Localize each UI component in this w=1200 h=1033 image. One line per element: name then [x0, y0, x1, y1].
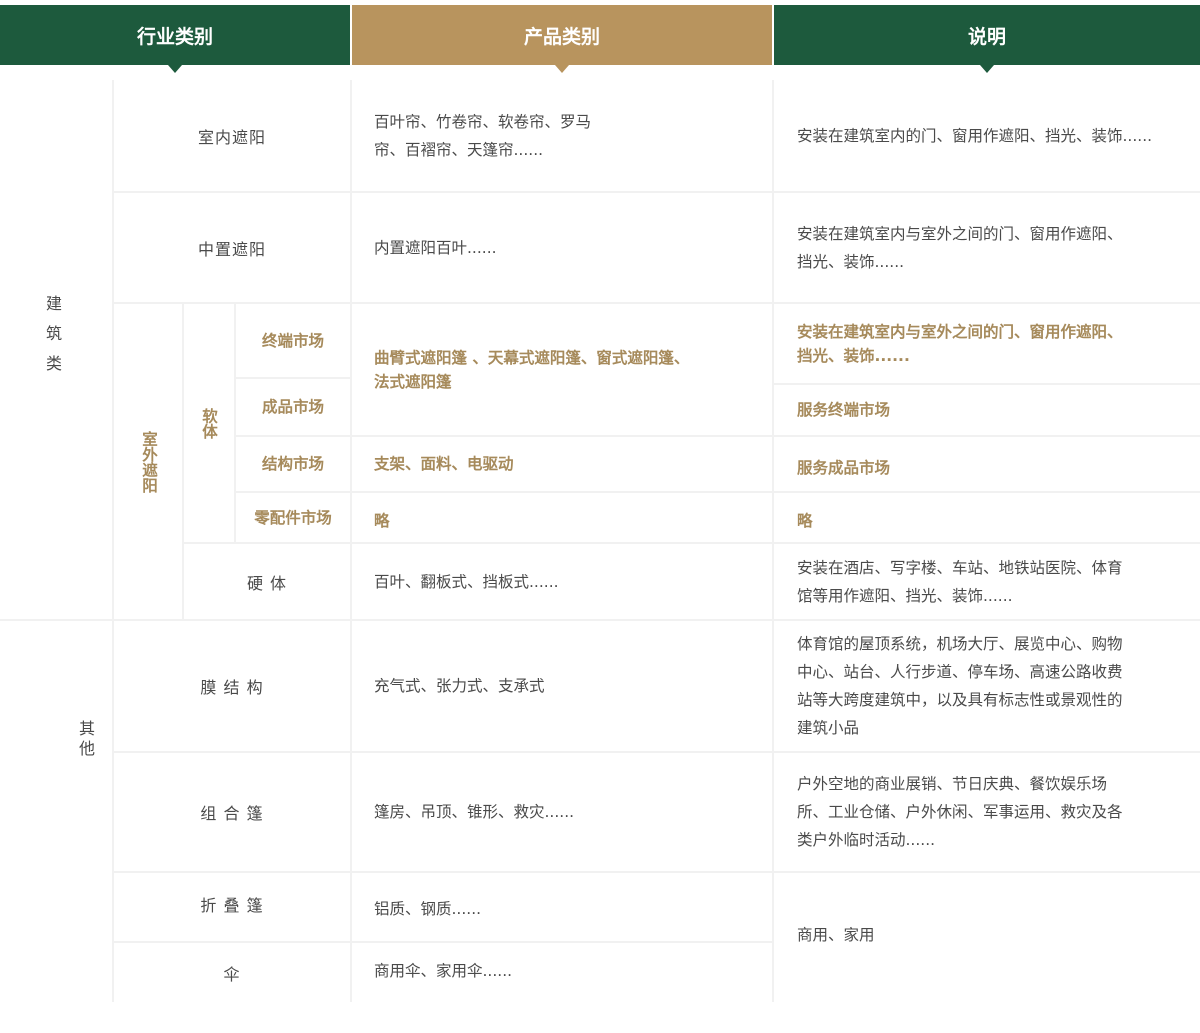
row-finished-desc: 服务终端市场	[797, 401, 891, 419]
row-hard-desc-line: 馆等用作遮阳、挡光、装饰......	[797, 586, 1013, 605]
header-industry-pointer	[168, 65, 182, 73]
group-outdoor-label: 室外遮阳	[140, 430, 158, 493]
header-industry: 行业类别	[0, 5, 350, 73]
row-combo-desc-line: 类户外临时活动......	[797, 831, 936, 849]
group-others-label: 其他	[76, 720, 95, 760]
row-middle-label: 中置遮阳	[197, 239, 266, 259]
row-middle-desc: 安装在建筑室内与室外之间的门、窗用作遮阳、 挡光、装饰......	[797, 193, 1197, 302]
group-soft-label: 软体	[200, 407, 218, 439]
group-building: 建筑类	[30, 280, 74, 400]
row-folding-product: 铝质、钢质......	[374, 900, 482, 918]
row-indoor-product: 百叶帘、竹卷帘、软卷帘、罗马 帘、百褶帘、天篷帘......	[374, 80, 754, 191]
row-combo-product: 篷房、吊顶、锥形、救灾......	[374, 803, 575, 821]
row-folding-umbrella-desc: 商用、家用	[797, 926, 875, 944]
header-product: 产品类别	[352, 5, 772, 73]
row-terminal-label: 终端市场	[261, 331, 324, 350]
row-structure-desc: 服务成品市场	[797, 459, 891, 477]
row-hard-desc-line: 安装在酒店、写字楼、车站、地铁站医院、体育	[797, 558, 1123, 577]
divider	[350, 80, 352, 1002]
row-combo-desc-line: 所、工业仓储、户外休闲、军事运用、救灾及各	[797, 803, 1123, 821]
header-description: 说明	[774, 5, 1200, 73]
row-membrane-desc-line: 站等大跨度建筑中，以及具有标志性或景观性的	[797, 691, 1123, 709]
group-others: 其他	[60, 700, 110, 780]
row-indoor-desc: 安装在建筑室内的门、窗用作遮阳、挡光、装饰......	[797, 126, 1153, 145]
row-structure-label: 结构市场	[261, 455, 324, 473]
row-soft-products: 曲臂式遮阳篷 、天幕式遮阳篷、窗式遮阳篷、 法式遮阳篷	[374, 304, 764, 435]
group-outdoor: 室外遮阳	[116, 304, 182, 619]
row-combo-desc: 户外空地的商业展销、节日庆典、餐饮娱乐场 所、工业仓储、户外休闲、军事运用、救灾…	[797, 753, 1197, 871]
header-industry-label: 行业类别	[136, 25, 213, 48]
row-umbrella-product: 商用伞、家用伞......	[374, 962, 513, 980]
row-indoor-product-line: 百叶帘、竹卷帘、软卷帘、罗马	[374, 112, 592, 131]
row-folding-label: 折 叠 篷	[200, 896, 264, 915]
row-hard-label: 硬 体	[246, 573, 288, 593]
row-membrane-desc-line: 中心、站台、人行步道、停车场、高速公路收费	[797, 663, 1123, 681]
row-finished-label: 成品市场	[261, 398, 324, 416]
row-membrane-desc-line: 建筑小品	[797, 719, 860, 737]
row-membrane-desc: 体育馆的屋顶系统，机场大厅、展览中心、购物 中心、站台、人行步道、停车场、高速公…	[797, 621, 1197, 751]
header-product-label: 产品类别	[523, 25, 600, 48]
row-terminal-desc-line: 安装在建筑室内与室外之间的门、窗用作遮阳、	[797, 322, 1123, 341]
row-parts-label: 零配件市场	[254, 508, 332, 527]
row-terminal-desc-line: 挡光、装饰......	[797, 346, 910, 365]
row-membrane-product: 充气式、张力式、支承式	[374, 677, 545, 695]
row-parts-product: 略	[374, 512, 390, 530]
row-combo-desc-line: 户外空地的商业展销、节日庆典、餐饮娱乐场	[797, 775, 1108, 793]
row-indoor-label: 室内遮阳	[197, 127, 266, 147]
row-membrane-label: 膜 结 构	[200, 678, 264, 697]
header-description-label: 说明	[967, 25, 1006, 48]
row-middle-product: 内置遮阳百叶......	[374, 238, 497, 257]
row-hard-desc: 安装在酒店、写字楼、车站、地铁站医院、体育 馆等用作遮阳、挡光、装饰......	[797, 544, 1197, 619]
divider	[772, 80, 774, 1002]
group-building-label: 建筑类	[43, 295, 62, 385]
row-structure-product: 支架、面料、电驱动	[374, 455, 514, 473]
row-middle-desc-line: 安装在建筑室内与室外之间的门、窗用作遮阳、	[797, 224, 1123, 243]
header-product-pointer	[555, 65, 569, 73]
row-parts-desc: 略	[797, 512, 813, 530]
row-combo-label: 组 合 篷	[200, 804, 264, 823]
row-indoor-product-line: 帘、百褶帘、天篷帘......	[374, 140, 544, 159]
row-soft-products-line: 曲臂式遮阳篷 、天幕式遮阳篷、窗式遮阳篷、	[374, 348, 690, 367]
row-middle-desc-line: 挡光、装饰......	[797, 252, 905, 271]
row-umbrella-label: 伞	[223, 965, 241, 984]
group-soft: 软体	[184, 304, 234, 542]
row-hard-product: 百叶、翻板式、挡板式......	[374, 572, 559, 591]
row-soft-products-line: 法式遮阳篷	[374, 372, 452, 391]
row-terminal-desc: 安装在建筑室内与室外之间的门、窗用作遮阳、 挡光、装饰......	[797, 304, 1197, 383]
row-membrane-desc-line: 体育馆的屋顶系统，机场大厅、展览中心、购物	[797, 635, 1123, 653]
header-description-pointer	[980, 65, 994, 73]
